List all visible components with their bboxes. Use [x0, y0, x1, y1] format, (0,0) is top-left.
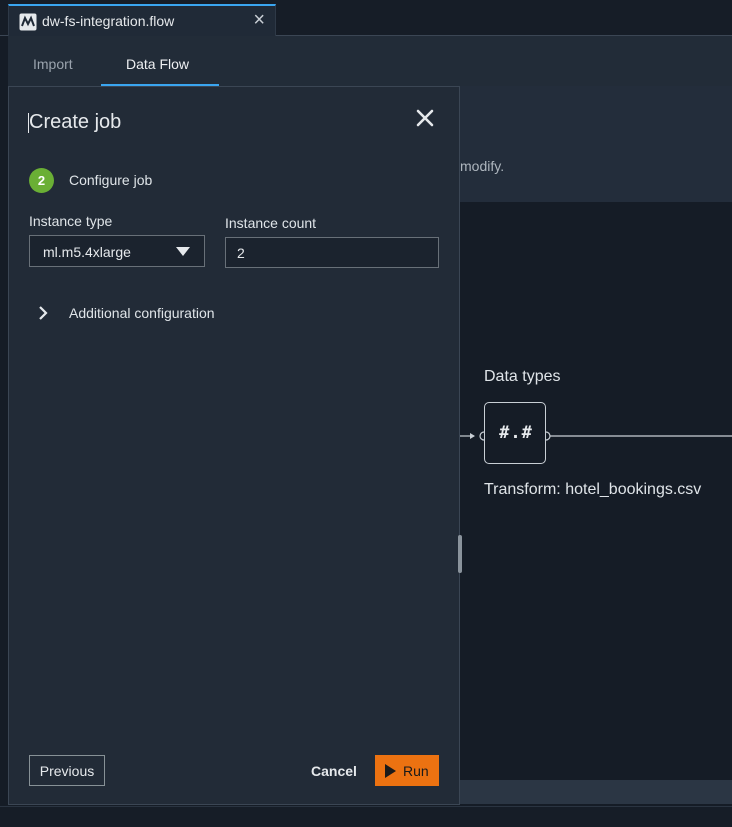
data-types-icon: #.#	[499, 423, 533, 443]
create-job-panel: Create job 2 Configure job Instance type…	[8, 86, 462, 805]
app-window: dw-fs-integration.flow × Import Data Flo…	[0, 0, 732, 827]
instance-type-select[interactable]: ml.m5.4xlarge	[29, 235, 205, 267]
instance-type-label: Instance type	[29, 213, 113, 229]
tab-data-flow[interactable]: Data Flow	[126, 56, 189, 72]
close-icon[interactable]	[414, 107, 436, 129]
cancel-button[interactable]: Cancel	[305, 755, 363, 786]
caret-down-icon	[176, 247, 190, 256]
file-tab[interactable]: dw-fs-integration.flow ×	[8, 4, 276, 36]
run-button-label: Run	[403, 763, 429, 779]
panel-resize-handle[interactable]	[458, 535, 462, 573]
canvas-footer	[460, 780, 732, 804]
tab-import[interactable]: Import	[33, 56, 73, 72]
instance-type-value: ml.m5.4xlarge	[43, 244, 131, 260]
play-icon	[385, 764, 396, 778]
canvas-header: modify.	[460, 86, 732, 202]
previous-button[interactable]: Previous	[29, 755, 105, 786]
data-types-node[interactable]: #.#	[484, 402, 546, 464]
instance-count-label: Instance count	[225, 215, 317, 231]
run-button[interactable]: Run	[375, 755, 439, 786]
instance-count-input[interactable]	[225, 237, 439, 268]
chevron-right-icon	[39, 306, 48, 320]
status-bar	[0, 806, 732, 827]
data-wrangler-logo-icon	[19, 13, 37, 31]
panel-title: Create job	[29, 111, 122, 133]
node-title: Data types	[484, 368, 561, 385]
step-number-badge: 2	[29, 168, 54, 193]
file-tab-bar: dw-fs-integration.flow ×	[0, 0, 732, 36]
file-tab-title: dw-fs-integration.flow	[42, 13, 175, 29]
additional-configuration-toggle[interactable]: Additional configuration	[29, 301, 289, 325]
close-icon[interactable]: ×	[253, 9, 265, 32]
view-tabs: Import Data Flow	[8, 36, 732, 86]
additional-configuration-label: Additional configuration	[69, 305, 215, 321]
node-caption: Transform: hotel_bookings.csv	[484, 481, 702, 498]
step-label: Configure job	[69, 172, 153, 188]
canvas-hint-text: modify.	[460, 158, 505, 174]
